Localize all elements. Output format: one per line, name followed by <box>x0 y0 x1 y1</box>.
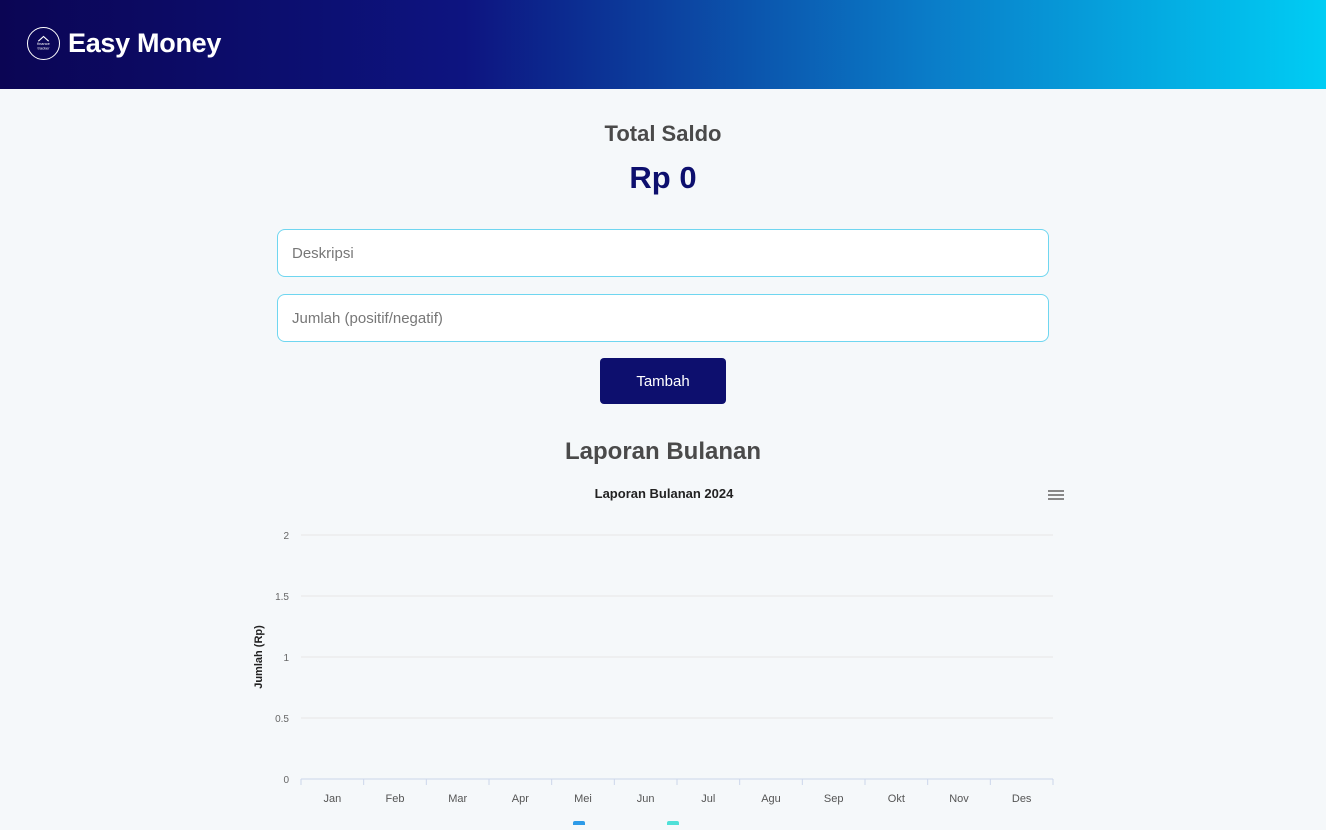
legend-swatch[interactable] <box>667 821 679 830</box>
x-tick-label: Des <box>1012 793 1032 805</box>
x-tick-label: Okt <box>888 793 905 805</box>
x-tick-label: Feb <box>386 793 405 805</box>
chart-title: Laporan Bulanan 2024 <box>595 486 734 501</box>
description-input[interactable] <box>277 229 1049 277</box>
svg-text:tracker: tracker <box>37 46 50 51</box>
app-header: finance tracker Easy Money <box>0 0 1326 89</box>
x-tick-label: Agu <box>761 793 781 805</box>
monthly-report-heading: Laporan Bulanan <box>564 438 762 465</box>
x-tick-label: Jun <box>637 793 655 805</box>
y-tick-label: 2 <box>283 531 289 542</box>
chart-y-axis-label: Jumlah (Rp) <box>253 625 265 689</box>
chart-svg: Laporan Bulanan 2024 Jumlah (Rp) 0 0.5 1 1.… <box>253 486 1054 830</box>
chart-menu-icon[interactable] <box>1048 488 1064 502</box>
x-tick-label: Mei <box>574 793 592 805</box>
y-tick-label: 1 <box>283 653 289 664</box>
x-tick-label: Nov <box>949 793 969 805</box>
y-tick-label: 1.5 <box>275 592 289 603</box>
x-tick-label: Apr <box>512 793 529 805</box>
x-tick-label: Mar <box>448 793 467 805</box>
x-tick-label: Sep <box>824 793 844 805</box>
y-tick-label: 0 <box>283 775 289 786</box>
total-balance-value: Rp 0 <box>629 160 697 195</box>
add-transaction-button[interactable]: Tambah <box>600 358 726 404</box>
x-tick-label: Jul <box>701 793 715 805</box>
total-balance-label: Total Saldo <box>604 121 722 146</box>
monthly-report-chart: Laporan Bulanan 2024 Jumlah (Rp) 0 0.5 1 1.… <box>240 478 1080 830</box>
legend-swatch[interactable] <box>573 821 585 830</box>
app-title: Easy Money <box>68 28 222 58</box>
y-tick-label: 0.5 <box>275 714 289 725</box>
x-tick-label: Jan <box>323 793 341 805</box>
finance-tracker-logo-icon: finance tracker <box>27 27 60 60</box>
amount-input[interactable] <box>277 294 1049 342</box>
